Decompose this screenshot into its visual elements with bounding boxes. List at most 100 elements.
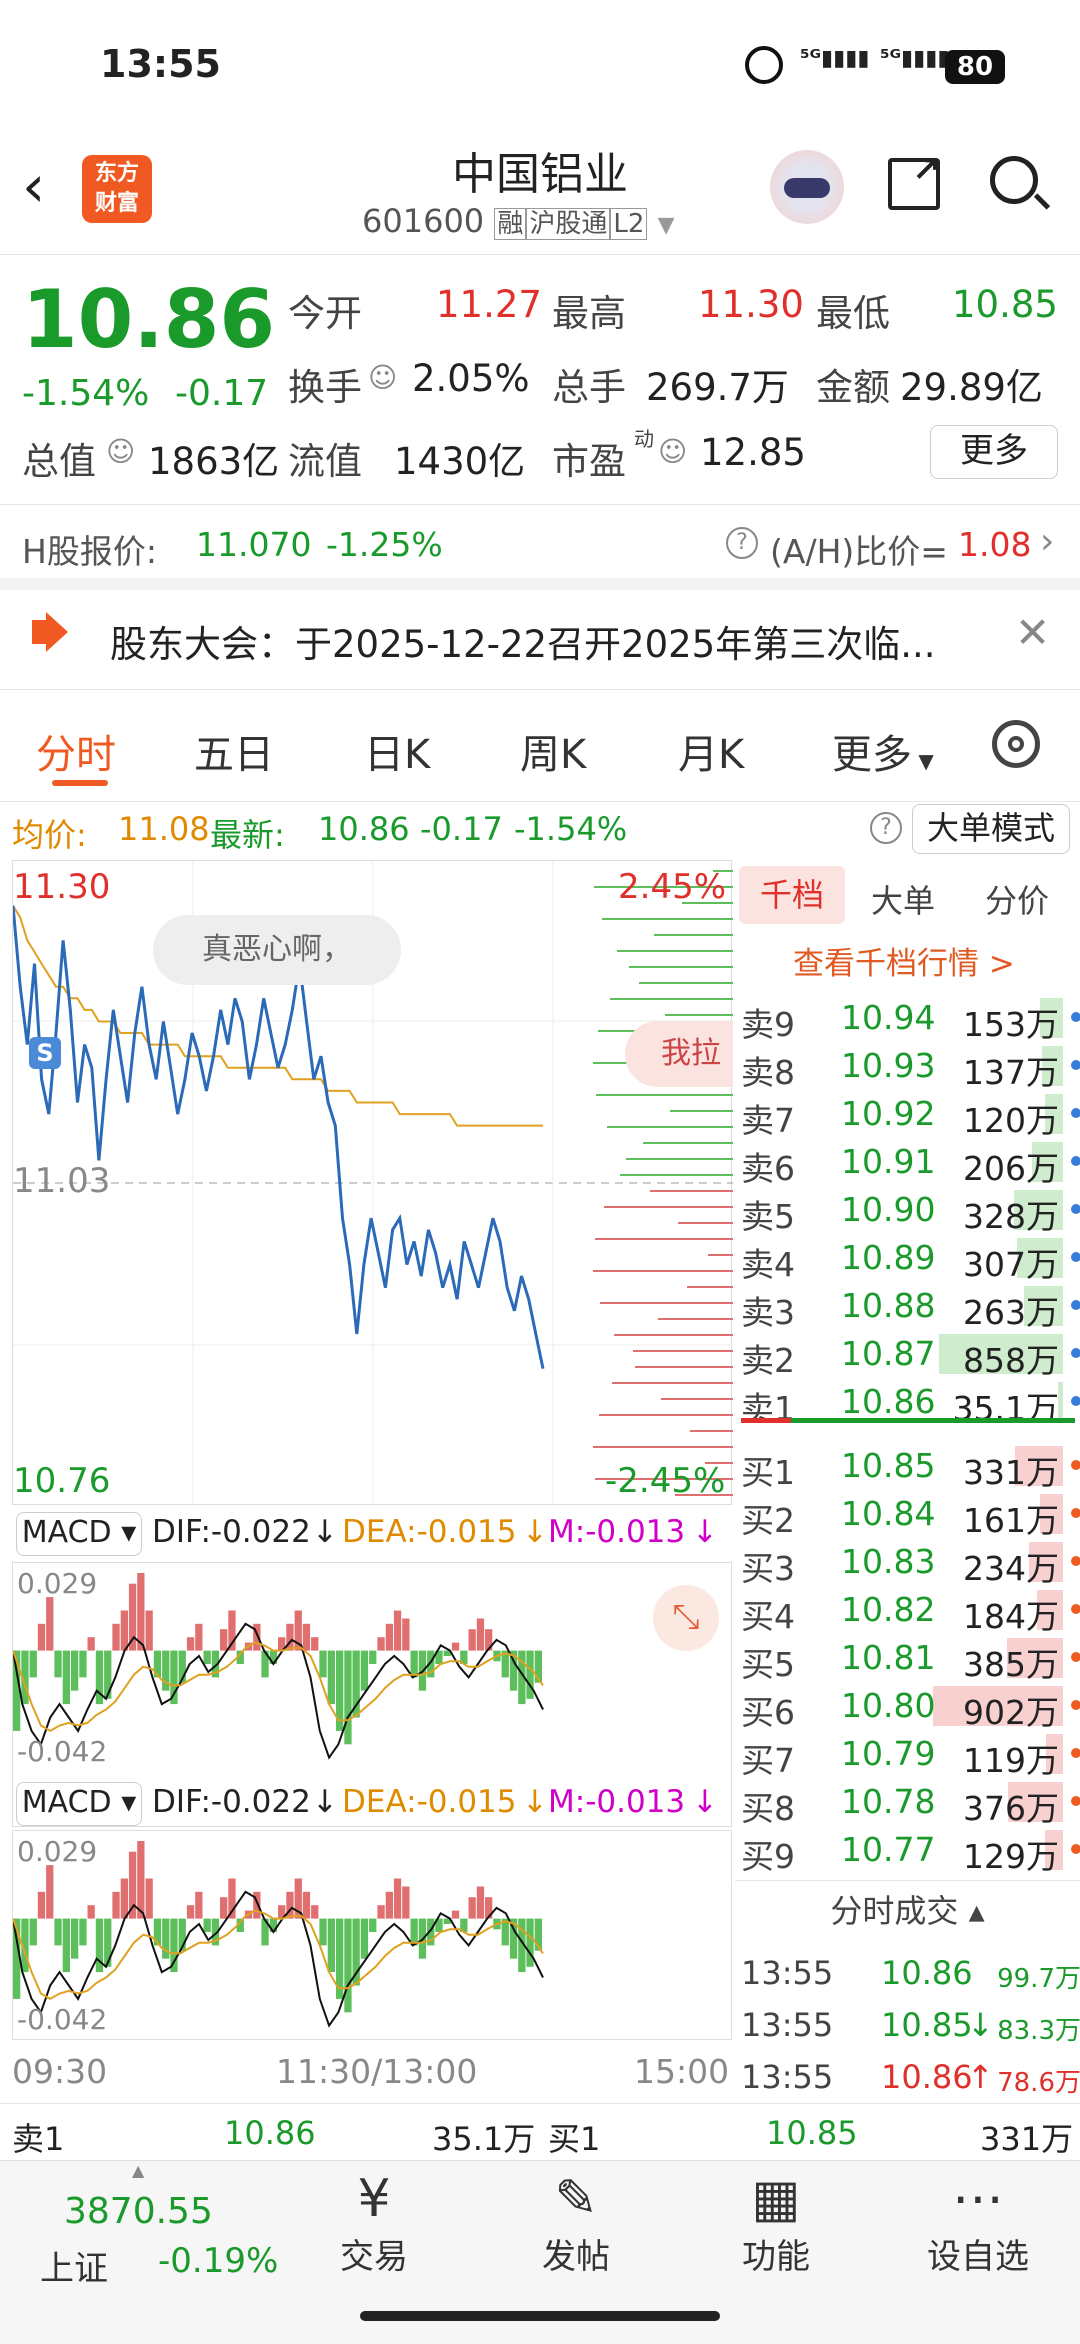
- ask-row[interactable]: 卖7 10.92 120万: [741, 1090, 1080, 1140]
- comment-bubble[interactable]: 我拉: [625, 1021, 733, 1087]
- bid-row[interactable]: 买4 10.82 184万: [741, 1586, 1080, 1636]
- share-icon[interactable]: ↗: [888, 150, 941, 210]
- level-volume: 184万: [963, 1597, 1059, 1636]
- notice-banner[interactable]: 股东大会：于2025-12-22召开2025年第三次临... ✕: [0, 590, 1080, 690]
- macd-bottom-label: -0.042: [17, 1735, 108, 1768]
- macd-bar: [526, 1650, 534, 1699]
- tab-weekly-k[interactable]: 周K: [520, 722, 586, 780]
- status-time: 13:55: [100, 42, 221, 86]
- macd-bar: [468, 1629, 476, 1651]
- macd-bar: [319, 1650, 327, 1678]
- macd-bar: [385, 1891, 393, 1919]
- bid-row[interactable]: 买5 10.81 385万: [741, 1634, 1080, 1684]
- bid-row[interactable]: 买8 10.78 376万: [741, 1778, 1080, 1828]
- intraday-chart[interactable]: 11.30 11.03 10.76 2.45% -2.45% 真恶心啊， 我拉 …: [12, 860, 733, 1506]
- open-label: 今开: [288, 292, 362, 335]
- chevron-right-icon: ›: [1040, 521, 1055, 562]
- last-value: 10.86: [318, 810, 410, 848]
- bid-row[interactable]: 买3 10.83 234万: [741, 1538, 1080, 1588]
- macd-bar: [37, 1623, 46, 1651]
- search-icon[interactable]: [990, 156, 1051, 210]
- index-name[interactable]: 上证: [40, 2241, 108, 2290]
- dot-icon: [1071, 1556, 1080, 1566]
- macd-chart-2[interactable]: 0.029 -0.042: [12, 1830, 732, 2040]
- dropdown-icon: ▼: [657, 213, 675, 238]
- nav-watchlist[interactable]: ⋯ 设自选: [898, 2169, 1058, 2278]
- expand-icon[interactable]: ⤡: [653, 1585, 719, 1651]
- info-icon[interactable]: ☺: [368, 361, 397, 394]
- dot-icon: [1071, 1396, 1080, 1406]
- tab-daily-k[interactable]: 日K: [364, 722, 430, 780]
- macd-svg-2: [13, 1841, 544, 2028]
- tab-five-day[interactable]: 五日: [194, 722, 274, 780]
- macd-bar: [120, 1610, 128, 1651]
- pct-value: -1.54%: [514, 810, 628, 848]
- tab-monthly-k[interactable]: 月K: [678, 722, 744, 780]
- bid-row[interactable]: 买1 10.85 331万: [741, 1442, 1080, 1492]
- ask-row[interactable]: 卖4 10.89 307万: [741, 1234, 1080, 1284]
- sell1-price: 10.86: [224, 2114, 316, 2152]
- h-share-row[interactable]: H股报价: 11.070 -1.25% ? (A/H)比价= 1.08 ›: [0, 505, 1080, 590]
- tab-intraday[interactable]: 分时: [36, 722, 116, 780]
- mcap-value: 1863亿: [148, 440, 280, 483]
- ask-row[interactable]: 卖6 10.91 206万: [741, 1138, 1080, 1188]
- level-volume: 328万: [963, 1197, 1059, 1236]
- badge-margin: 融: [494, 208, 527, 240]
- level-price: 10.88: [841, 1286, 936, 1325]
- edit-icon: ✎: [554, 2169, 598, 2229]
- ask-row[interactable]: 卖8 10.93 137万: [741, 1042, 1080, 1092]
- level-label: 买1: [741, 1453, 795, 1492]
- close-icon[interactable]: ✕: [1015, 608, 1050, 657]
- info-icon[interactable]: ☺: [658, 435, 687, 468]
- bid-row[interactable]: 买7 10.79 119万: [741, 1730, 1080, 1780]
- info-icon[interactable]: ☺: [106, 435, 135, 468]
- tab-price-dist[interactable]: 分价: [985, 876, 1049, 922]
- level-label: 买3: [741, 1549, 795, 1588]
- nav-post[interactable]: ✎ 发帖: [496, 2169, 656, 2278]
- ask-row[interactable]: 卖3 10.88 263万: [741, 1282, 1080, 1332]
- macd-bar: [195, 1623, 203, 1651]
- sell-marker[interactable]: S: [29, 1037, 61, 1069]
- y-max-label: 11.30: [13, 867, 111, 907]
- dot-icon: [1071, 1252, 1080, 1262]
- help-icon[interactable]: ?: [870, 812, 902, 844]
- dif-value: DIF:-0.022: [152, 1514, 311, 1550]
- macd-selector[interactable]: MACD ▾: [16, 1512, 142, 1556]
- trade-time: 13:55: [741, 1954, 834, 1992]
- low-label: 最低: [816, 292, 890, 335]
- badge-l2: L2: [610, 208, 648, 240]
- level-price: 10.93: [841, 1046, 936, 1085]
- level-label: 买4: [741, 1597, 795, 1636]
- help-icon[interactable]: ?: [726, 527, 758, 559]
- nav-functions[interactable]: ▦ 功能: [696, 2169, 856, 2278]
- high-label: 最高: [552, 292, 626, 335]
- book-divider: [741, 1418, 1075, 1423]
- bid-row[interactable]: 买6 10.80 902万: [741, 1682, 1080, 1732]
- trades-header[interactable]: 分时成交 ▴: [735, 1880, 1080, 1940]
- comment-bubble[interactable]: 真恶心啊，: [153, 915, 401, 985]
- ask-row[interactable]: 卖5 10.90 328万: [741, 1186, 1080, 1236]
- macd-bar: [393, 1878, 402, 1919]
- macd-selector[interactable]: MACD ▾: [16, 1782, 142, 1826]
- tab-more[interactable]: 更多 ▼: [832, 722, 934, 780]
- big-order-mode-button[interactable]: 大单模式: [912, 804, 1070, 854]
- level-price: 10.87: [841, 1334, 936, 1373]
- settings-gear-icon[interactable]: [992, 720, 1040, 768]
- bid-row[interactable]: 买9 10.77 129万: [741, 1826, 1080, 1876]
- bid-row[interactable]: 买2 10.84 161万: [741, 1490, 1080, 1540]
- ask-row[interactable]: 卖9 10.94 153万: [741, 994, 1080, 1044]
- stock-code-row[interactable]: 601600 融沪股通 L2 ▼: [362, 202, 674, 240]
- tab-depth[interactable]: 千档: [739, 866, 845, 924]
- macd-bar: [37, 1891, 46, 1919]
- ask-row[interactable]: 卖2 10.87 858万: [741, 1330, 1080, 1380]
- view-depth-link[interactable]: 查看千档行情 >: [793, 938, 1015, 983]
- nav-trade[interactable]: ¥ 交易: [294, 2169, 454, 2278]
- macd-bar: [79, 1918, 87, 1946]
- back-icon[interactable]: ‹: [22, 152, 45, 220]
- stock-name: 中国铝业: [452, 149, 628, 200]
- index-value[interactable]: 3870.55: [64, 2191, 213, 2232]
- more-button[interactable]: 更多: [930, 425, 1058, 479]
- tab-big-orders[interactable]: 大单: [871, 876, 935, 922]
- m-value: M:-0.013: [548, 1514, 686, 1550]
- assistant-avatar-icon[interactable]: [770, 150, 844, 224]
